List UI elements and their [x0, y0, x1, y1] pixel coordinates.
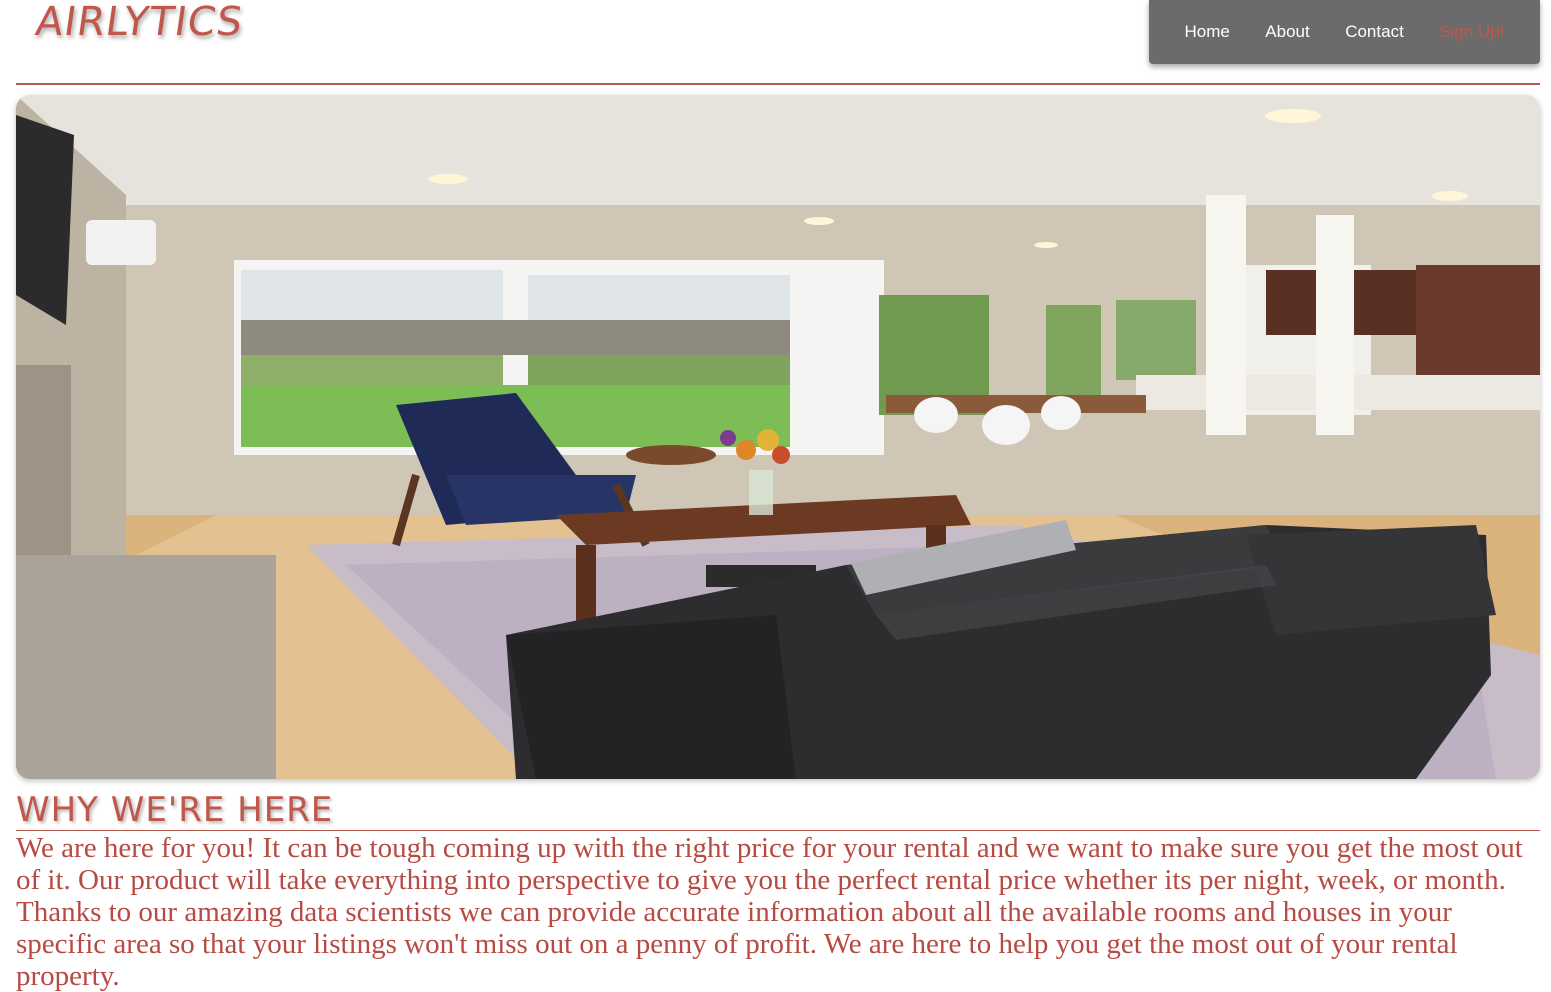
nav-signup-link[interactable]: Sign Up! [1439, 22, 1504, 42]
top-nav: Home About Contact Sign Up! [1149, 0, 1540, 64]
nav-about-link[interactable]: About [1265, 22, 1309, 42]
living-room-illustration [16, 95, 1540, 779]
nav-home-link[interactable]: Home [1184, 22, 1229, 42]
nav-contact-link[interactable]: Contact [1345, 22, 1404, 42]
section-body: We are here for you! It can be tough com… [16, 832, 1523, 992]
section-title: WHY WE'RE HERE [16, 790, 334, 830]
header-divider [16, 83, 1540, 85]
hero-image [16, 95, 1540, 779]
section-divider [16, 830, 1540, 831]
brand-logo[interactable]: AIRLYTICS [33, 0, 246, 45]
